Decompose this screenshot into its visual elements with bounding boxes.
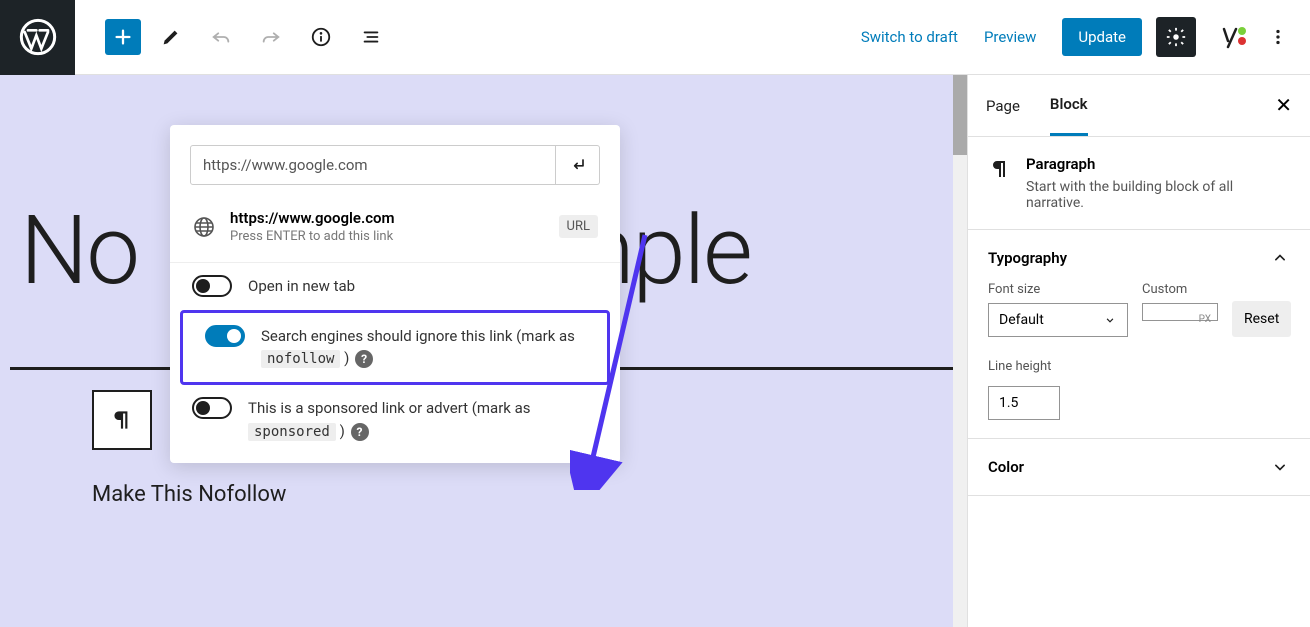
undo-icon[interactable]	[201, 17, 241, 57]
chevron-up-icon	[1270, 248, 1290, 268]
help-icon[interactable]: ?	[351, 423, 369, 441]
outline-icon[interactable]	[351, 17, 391, 57]
update-button[interactable]: Update	[1062, 18, 1142, 56]
sponsored-label: This is a sponsored link or advert (mark…	[248, 397, 598, 443]
reset-button[interactable]: Reset	[1232, 301, 1291, 337]
edit-icon[interactable]	[151, 17, 191, 57]
preview-link[interactable]: Preview	[984, 28, 1036, 46]
url-preview-text: https://www.google.com	[230, 209, 559, 227]
settings-sidebar: Page Block ✕ Paragraph Start with the bu…	[967, 75, 1310, 627]
switch-to-draft-link[interactable]: Switch to draft	[861, 28, 958, 46]
add-block-button[interactable]	[105, 19, 141, 55]
custom-label: Custom	[1142, 282, 1218, 297]
url-input[interactable]	[190, 145, 556, 185]
globe-icon	[192, 215, 216, 239]
paragraph-icon	[988, 157, 1012, 185]
line-height-input[interactable]	[988, 386, 1060, 420]
block-name: Paragraph	[1026, 155, 1290, 173]
typography-panel-header[interactable]: Typography	[988, 248, 1290, 268]
tab-block[interactable]: Block	[1050, 75, 1088, 136]
paragraph-icon	[109, 407, 135, 433]
submit-url-button[interactable]	[556, 145, 600, 185]
wordpress-logo[interactable]	[0, 0, 75, 75]
yoast-button[interactable]	[1210, 17, 1250, 57]
open-new-tab-toggle[interactable]	[192, 275, 232, 297]
paragraph-text[interactable]: Make This Nofollow	[92, 482, 967, 507]
font-size-select[interactable]: Default	[988, 303, 1128, 337]
url-badge: URL	[559, 215, 598, 238]
block-description: Start with the building block of all nar…	[1026, 179, 1290, 211]
help-icon[interactable]: ?	[355, 350, 373, 368]
redo-icon[interactable]	[251, 17, 291, 57]
close-sidebar-button[interactable]: ✕	[1275, 93, 1292, 117]
custom-font-size-input[interactable]: PX	[1142, 303, 1218, 321]
block-type-icon-box[interactable]	[92, 390, 152, 450]
color-panel-header[interactable]: Color	[988, 457, 1290, 477]
nofollow-toggle[interactable]	[205, 325, 245, 347]
line-height-label: Line height	[988, 359, 1290, 374]
font-size-label: Font size	[988, 282, 1128, 297]
more-options-button[interactable]	[1258, 17, 1298, 57]
scrollbar[interactable]	[953, 75, 967, 627]
url-preview-hint: Press ENTER to add this link	[230, 229, 559, 244]
nofollow-label: Search engines should ignore this link (…	[261, 325, 585, 371]
info-icon[interactable]	[301, 17, 341, 57]
link-popover: https://www.google.com Press ENTER to ad…	[170, 125, 620, 463]
open-new-tab-label: Open in new tab	[248, 275, 355, 298]
chevron-down-icon	[1270, 457, 1290, 477]
tab-page[interactable]: Page	[986, 77, 1020, 135]
settings-button[interactable]	[1156, 17, 1196, 57]
sponsored-toggle[interactable]	[192, 397, 232, 419]
